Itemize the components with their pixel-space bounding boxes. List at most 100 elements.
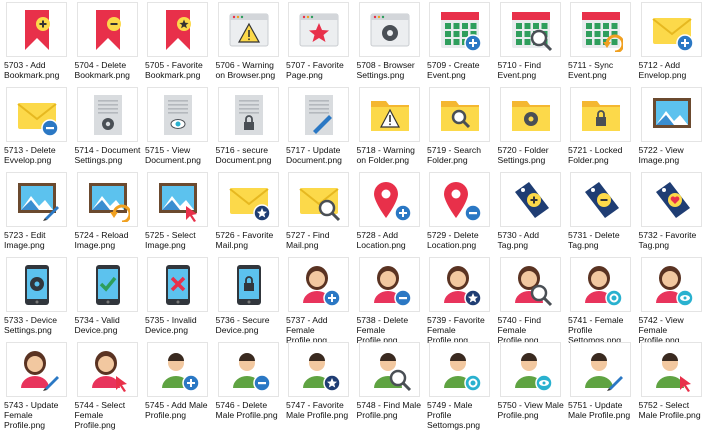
file-thumbnail[interactable] (76, 257, 138, 312)
file-thumbnail[interactable] (640, 342, 702, 397)
file-thumbnail[interactable] (76, 2, 138, 57)
file-item[interactable]: 5721 - Locked Folder.png (566, 87, 635, 171)
file-thumbnail[interactable] (288, 172, 349, 227)
file-item[interactable]: 5743 - Update Female Profile.png (2, 342, 71, 430)
file-item[interactable]: 5746 - Delete Male Profile.png (214, 342, 283, 426)
file-item[interactable]: 5704 - Delete Bookmark.png (73, 2, 142, 86)
file-thumbnail[interactable] (76, 87, 138, 142)
file-item[interactable]: 5724 - Reload Image.png (73, 172, 142, 256)
file-thumbnail[interactable] (570, 87, 631, 142)
file-item[interactable]: 5744 - Select Female Profile.png (73, 342, 142, 430)
file-thumbnail[interactable] (6, 87, 67, 142)
file-item[interactable]: 5734 - Valid Device.png (73, 257, 142, 341)
file-item[interactable]: 5711 - Sync Event.png (566, 2, 635, 86)
file-item[interactable]: 5723 - Edit Image.png (2, 172, 71, 256)
file-thumbnail[interactable] (499, 2, 561, 57)
file-thumbnail[interactable] (6, 257, 67, 312)
file-item[interactable]: 5745 - Add Male Profile.png (143, 342, 212, 426)
file-item[interactable]: 5718 - Warning on Folder.png (355, 87, 424, 171)
file-item[interactable]: 5729 - Delete Location.png (425, 172, 494, 256)
file-thumbnail[interactable] (499, 172, 561, 227)
file-thumbnail[interactable] (499, 257, 561, 312)
file-item[interactable]: 5735 - Invalid Device.png (143, 257, 212, 341)
file-item[interactable]: 5703 - Add Bookmark.png (2, 2, 71, 86)
file-item[interactable]: 5733 - Device Settings.png (2, 257, 71, 341)
file-thumbnail[interactable] (358, 87, 420, 142)
file-item[interactable]: 5713 - Delete Evvelop.png (2, 87, 71, 171)
file-thumbnail[interactable] (147, 342, 208, 397)
file-item[interactable]: 5728 - Add Location.png (355, 172, 424, 256)
file-item[interactable]: 5751 - Update Male Profile.png (566, 342, 635, 426)
file-item[interactable]: 5730 - Add Tag.png (496, 172, 565, 256)
file-thumbnail[interactable] (570, 2, 631, 57)
file-thumbnail[interactable] (6, 2, 67, 57)
file-thumbnail[interactable] (640, 172, 702, 227)
file-item[interactable]: 5714 - Document Settings.png (73, 87, 142, 171)
file-item[interactable]: 5740 - Find Female Profile.png (496, 257, 565, 345)
file-item[interactable]: 5741 - Female Profile Settomgs.png (566, 257, 635, 345)
file-thumbnail[interactable] (640, 2, 702, 57)
file-thumbnail[interactable] (358, 172, 420, 227)
file-thumbnail[interactable] (76, 342, 138, 397)
file-thumbnail[interactable] (429, 87, 490, 142)
file-item[interactable]: 5708 - Browser Settings.png (355, 2, 424, 86)
file-item[interactable]: 5725 - Select Image.png (143, 172, 212, 256)
file-thumbnail[interactable] (640, 257, 702, 312)
file-thumbnail[interactable] (217, 172, 279, 227)
file-item[interactable]: 5727 - Find Mail.png (284, 172, 353, 256)
file-thumbnail[interactable] (429, 2, 490, 57)
file-item[interactable]: 5717 - Update Document.png (284, 87, 353, 171)
file-thumbnail[interactable] (570, 172, 631, 227)
file-item[interactable]: 5720 - Folder Settings.png (496, 87, 565, 171)
file-thumbnail[interactable] (147, 87, 208, 142)
file-thumbnail[interactable] (288, 2, 349, 57)
file-item[interactable]: 5706 - Warning on Browser.png (214, 2, 283, 86)
file-thumbnail[interactable] (358, 2, 420, 57)
file-item[interactable]: 5712 - Add Envelop.png (637, 2, 705, 86)
file-thumbnail[interactable] (147, 172, 208, 227)
file-item[interactable]: 5722 - View Image.png (637, 87, 705, 171)
file-thumbnail[interactable] (147, 257, 208, 312)
file-thumbnail[interactable] (570, 257, 631, 312)
file-item[interactable]: 5705 - Favorite Bookmark.png (143, 2, 212, 86)
file-item[interactable]: 5715 - View Document.png (143, 87, 212, 171)
file-item[interactable]: 5716 - secure Document.png (214, 87, 283, 171)
file-thumbnail[interactable] (76, 172, 138, 227)
file-item[interactable]: 5749 - Male Profile Settomgs.png (425, 342, 494, 430)
file-thumbnail[interactable] (640, 87, 702, 142)
file-item[interactable]: 5710 - Find Event.png (496, 2, 565, 86)
file-thumbnail[interactable] (499, 342, 561, 397)
file-thumbnail[interactable] (6, 342, 67, 397)
file-item[interactable]: 5737 - Add Female Profile.png (284, 257, 353, 345)
file-item[interactable]: 5738 - Delete Female Profile.png (355, 257, 424, 345)
file-thumbnail[interactable] (288, 257, 349, 312)
file-thumbnail[interactable] (570, 342, 631, 397)
file-thumbnail[interactable] (217, 87, 279, 142)
file-thumbnail[interactable] (217, 342, 279, 397)
file-item[interactable]: 5748 - Find Male Profile.png (355, 342, 424, 426)
file-thumbnail[interactable] (429, 342, 490, 397)
file-item[interactable]: 5707 - Favorite Page.png (284, 2, 353, 86)
file-item[interactable]: 5731 - Delete Tag.png (566, 172, 635, 256)
file-item[interactable]: 5732 - Favorite Tag.png (637, 172, 705, 256)
file-item[interactable]: 5726 - Favorite Mail.png (214, 172, 283, 256)
file-thumbnail[interactable] (288, 87, 349, 142)
file-item[interactable]: 5742 - View Female Profile.png (637, 257, 705, 345)
file-item[interactable]: 5752 - Select Male Profile.png (637, 342, 705, 426)
file-item[interactable]: 5750 - View Male Profile.png (496, 342, 565, 426)
file-thumbnail[interactable] (429, 172, 490, 227)
file-thumbnail[interactable] (147, 2, 208, 57)
file-item[interactable]: 5709 - Create Event.png (425, 2, 494, 86)
file-thumbnail[interactable] (358, 342, 420, 397)
file-item[interactable]: 5747 - Favorite Male Profile.png (284, 342, 353, 426)
file-item[interactable]: 5739 - Favorite Female Profile.png (425, 257, 494, 345)
file-thumbnail[interactable] (429, 257, 490, 312)
file-thumbnail[interactable] (358, 257, 420, 312)
file-thumbnail[interactable] (6, 172, 67, 227)
file-item[interactable]: 5736 - Secure Device.png (214, 257, 283, 341)
file-item[interactable]: 5719 - Search Folder.png (425, 87, 494, 171)
file-thumbnail[interactable] (499, 87, 561, 142)
file-thumbnail[interactable] (288, 342, 349, 397)
file-thumbnail[interactable] (217, 257, 279, 312)
file-thumbnail[interactable] (217, 2, 279, 57)
